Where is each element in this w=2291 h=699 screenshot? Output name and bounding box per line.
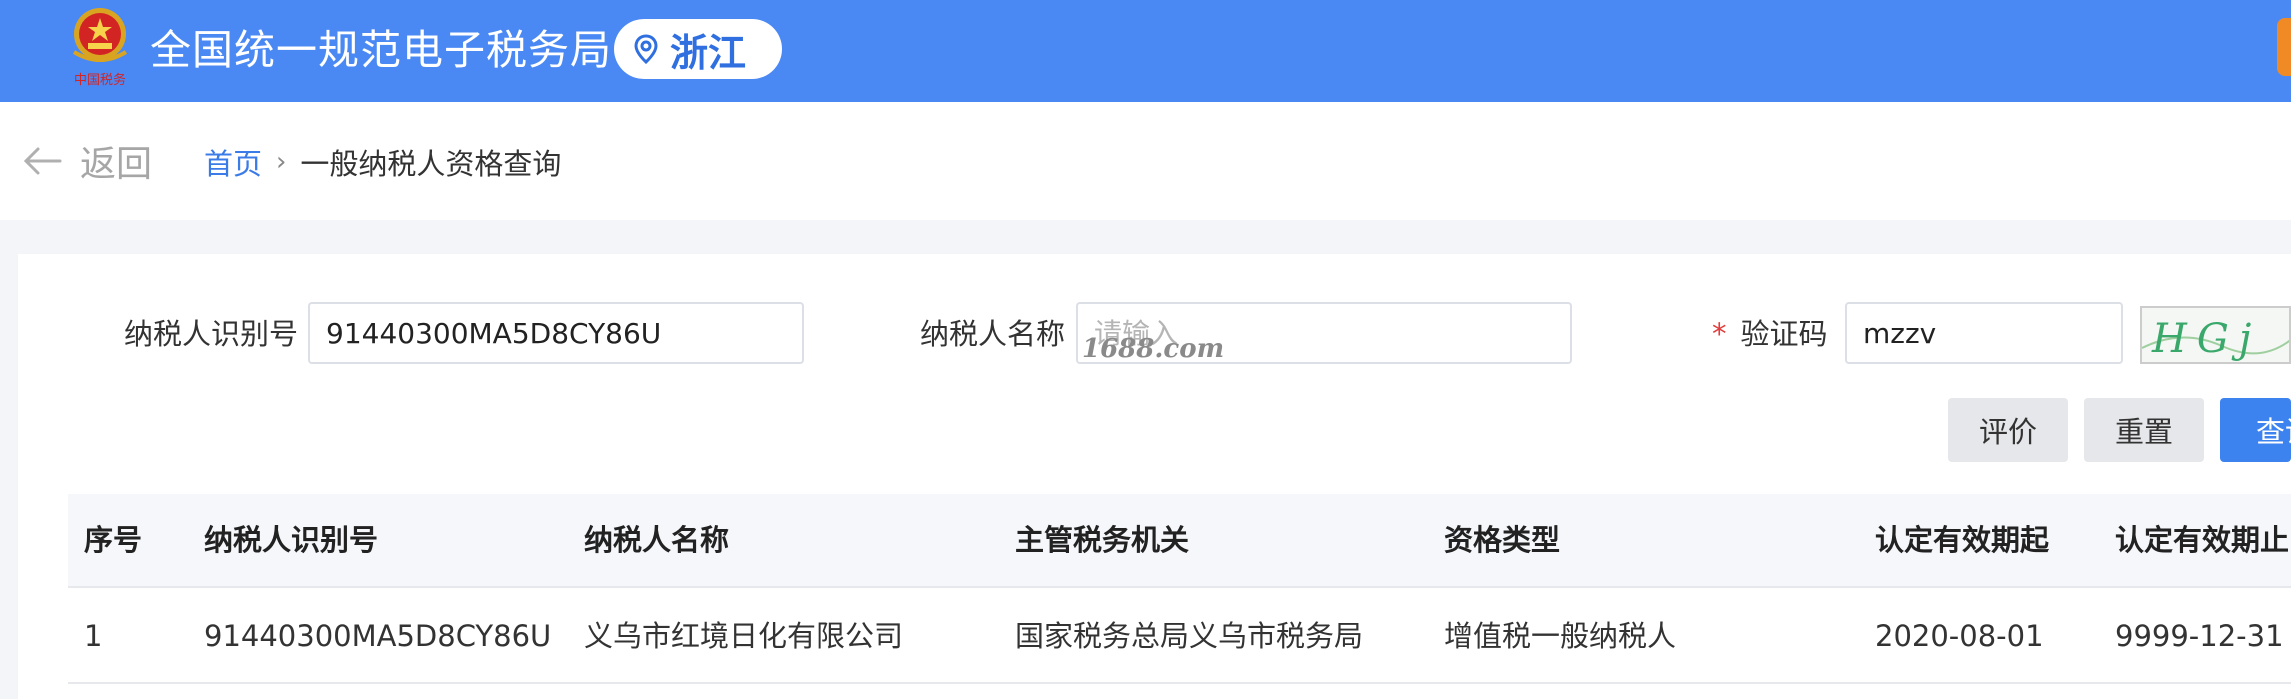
taxpayer-id-input[interactable] bbox=[308, 302, 804, 364]
national-emblem-icon: 中国税务 bbox=[72, 8, 128, 88]
table-row: 1 91440300MA5D8CY86U 义乌市红境日化有限公司 国家税务总局义… bbox=[68, 590, 2291, 684]
query-button-label: 查询 bbox=[2256, 415, 2291, 449]
rate-button[interactable]: 评价 bbox=[1948, 398, 2068, 462]
reset-button[interactable]: 重置 bbox=[2084, 398, 2204, 462]
cell-taxpayer-id: 91440300MA5D8CY86U bbox=[204, 619, 552, 653]
captcha-label-text: 验证码 bbox=[1740, 317, 1828, 351]
taxpayer-name-label: 纳税人名称 bbox=[920, 317, 1066, 351]
captcha-input[interactable] bbox=[1845, 302, 2123, 364]
captcha-image[interactable]: HGj bbox=[2140, 306, 2291, 364]
cell-qualification-type: 增值税一般纳税人 bbox=[1444, 619, 1677, 653]
region-selector[interactable]: 浙江 bbox=[614, 19, 782, 79]
cell-taxpayer-name: 义乌市红境日化有限公司 bbox=[584, 619, 904, 653]
captcha-label: * 验证码 bbox=[1712, 303, 1828, 365]
location-pin-icon bbox=[634, 34, 658, 64]
taxpayer-name-input[interactable] bbox=[1076, 302, 1572, 364]
arrow-left-icon bbox=[23, 147, 62, 175]
top-header-bar: 中国税务 全国统一规范电子税务局 浙江 bbox=[0, 0, 2291, 102]
table-header: 序号 纳税人识别号 纳税人名称 主管税务机关 资格类型 认定有效期起 认定有效期… bbox=[68, 494, 2291, 588]
column-header-qualification-type: 资格类型 bbox=[1444, 523, 1561, 557]
required-mark: * bbox=[1712, 317, 1727, 351]
cell-index: 1 bbox=[84, 619, 103, 653]
site-title: 全国统一规范电子税务局 bbox=[150, 26, 612, 74]
breadcrumb-separator: › bbox=[276, 147, 287, 177]
query-button[interactable]: 查询 bbox=[2220, 398, 2291, 462]
breadcrumb-current: 一般纳税人资格查询 bbox=[300, 147, 562, 181]
svg-text:HGj: HGj bbox=[2151, 316, 2261, 362]
column-header-index: 序号 bbox=[84, 523, 143, 557]
breadcrumb: 首页 › 一般纳税人资格查询 bbox=[204, 142, 561, 182]
back-button[interactable]: 返回 bbox=[22, 138, 153, 185]
column-header-valid-from: 认定有效期起 bbox=[1875, 523, 2050, 557]
cell-valid-to: 9999-12-31 bbox=[2115, 619, 2284, 653]
column-header-taxpayer-id: 纳税人识别号 bbox=[204, 523, 379, 557]
region-label: 浙江 bbox=[670, 30, 747, 75]
column-header-valid-to: 认定有效期止 bbox=[2115, 523, 2290, 557]
back-label: 返回 bbox=[80, 144, 153, 185]
breadcrumb-bar: 返回 首页 › 一般纳税人资格查询 bbox=[0, 102, 2291, 220]
cell-tax-authority: 国家税务总局义乌市税务局 bbox=[1015, 619, 1364, 653]
cell-valid-from: 2020-08-01 bbox=[1875, 619, 2044, 653]
column-header-taxpayer-name: 纳税人名称 bbox=[584, 523, 730, 557]
svg-text:中国税务: 中国税务 bbox=[74, 72, 126, 88]
taxpayer-id-label: 纳税人识别号 bbox=[124, 317, 299, 351]
user-menu-button[interactable] bbox=[2277, 18, 2291, 76]
column-header-tax-authority: 主管税务机关 bbox=[1015, 523, 1190, 557]
captcha-glyphs: HGj bbox=[2142, 316, 2289, 362]
breadcrumb-home-link[interactable]: 首页 bbox=[204, 141, 262, 183]
